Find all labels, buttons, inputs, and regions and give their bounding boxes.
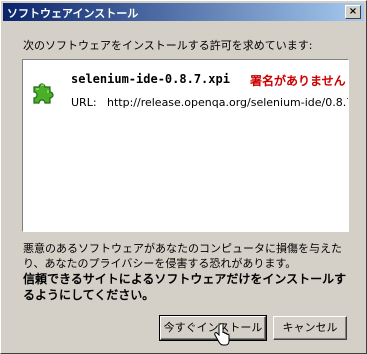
- close-button[interactable]: ×: [345, 5, 361, 19]
- unsigned-badge: 署名がありません: [250, 74, 346, 88]
- package-name: selenium-ide-0.8.7.xpi: [71, 72, 230, 86]
- instruction-text: 信頼できるサイトによるソフトウェアだけをインストールするようにしてください。: [23, 272, 347, 302]
- cancel-button[interactable]: キャンセル: [273, 316, 347, 340]
- window-title: ソフトウェアインストール: [7, 7, 139, 20]
- hand-cursor-icon: [214, 323, 230, 346]
- software-list[interactable]: selenium-ide-0.8.7.xpi 署名がありません URL: htt…: [22, 59, 349, 232]
- puzzle-piece-icon: [33, 83, 54, 104]
- url-label: URL:: [71, 96, 97, 109]
- intro-text: 次のソフトウェアをインストールする許可を求めています:: [23, 39, 313, 52]
- install-now-button[interactable]: 今すぐインストール: [159, 315, 267, 341]
- package-url: http://release.openqa.org/selenium-ide/0…: [107, 96, 349, 109]
- close-icon: ×: [348, 6, 358, 17]
- warning-text: 悪意のあるソフトウェアがあなたのコンピュータに損傷を与えたり、あなたのプライバシ…: [23, 242, 342, 270]
- install-dialog: ソフトウェアインストール × 次のソフトウェアをインストールする許可を求めていま…: [0, 0, 367, 354]
- title-bar[interactable]: ソフトウェアインストール ×: [3, 3, 364, 21]
